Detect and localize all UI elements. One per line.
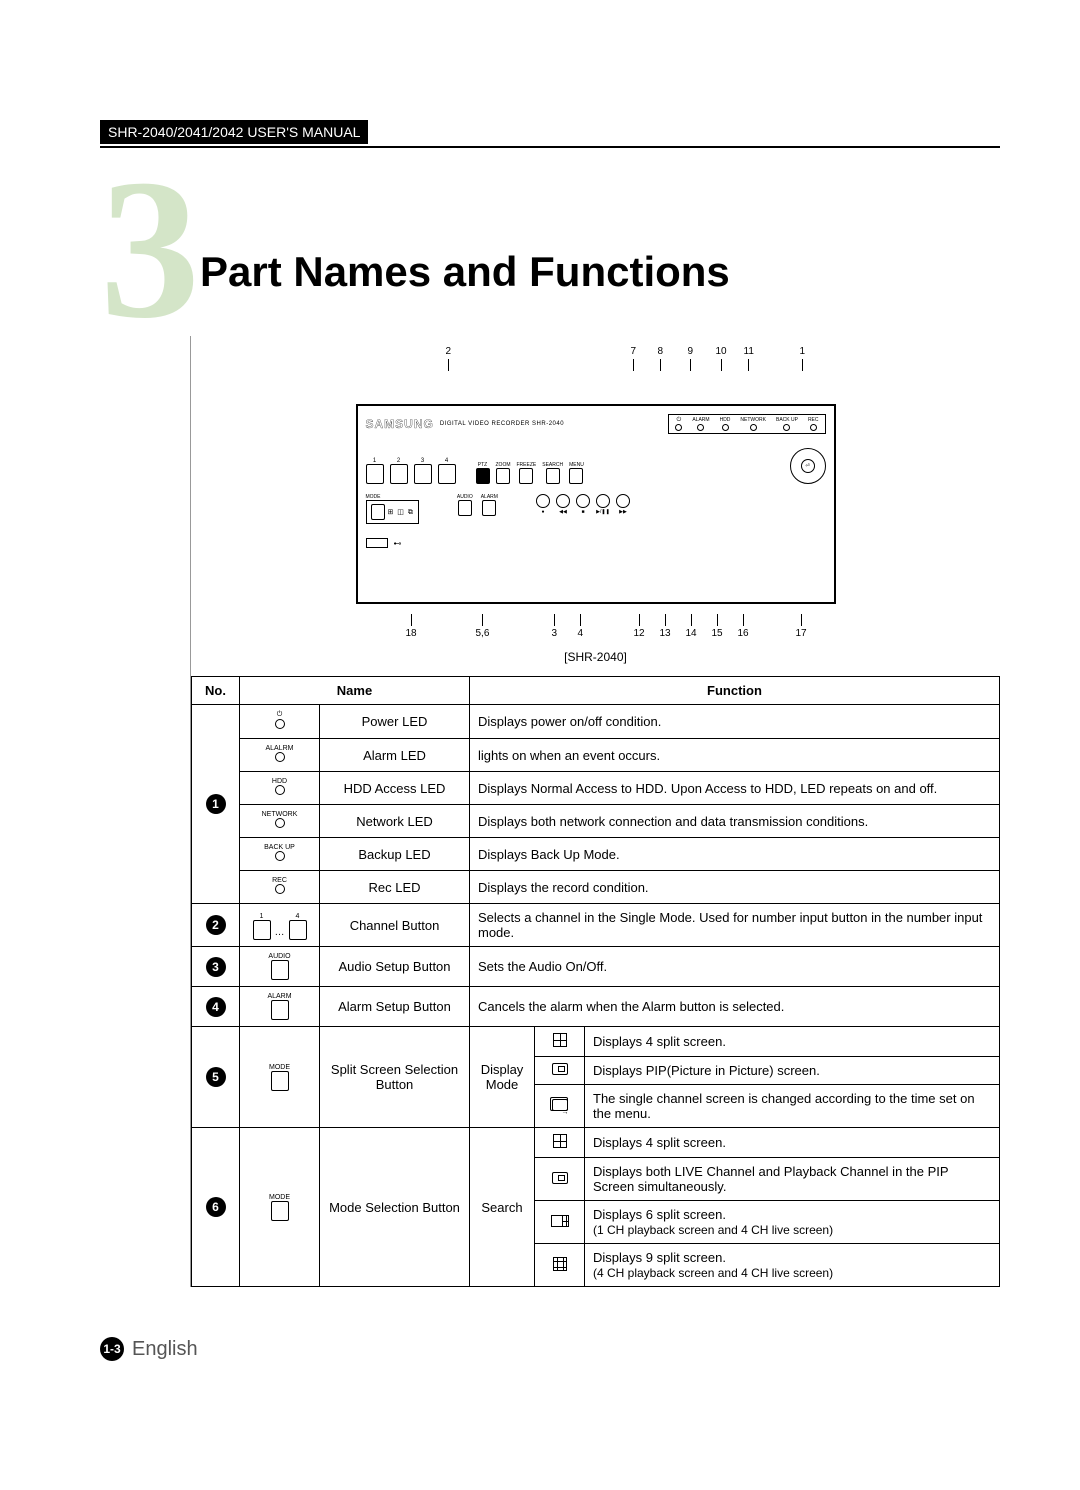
brand-subtitle: DIGITAL VIDEO RECORDER SHR-2040 [440, 421, 564, 427]
model-label: [SHR-2040] [346, 650, 846, 664]
mode-box: ⊞ ◫ ⧉ [366, 500, 419, 524]
device-front-panel: SAMSUNG DIGITAL VIDEO RECORDER SHR-2040 … [356, 404, 836, 604]
th-func: Function [470, 677, 1000, 705]
th-no: No. [192, 677, 240, 705]
header-rule [100, 146, 1000, 148]
parts-table: No. Name Function 1⏻Power LEDDisplays po… [191, 676, 1000, 1287]
joystick: ⏎ [790, 448, 826, 484]
usb-icon: ⊷ [394, 539, 402, 548]
content-area: 278910111 SAMSUNG DIGITAL VIDEO RECORDER… [190, 336, 1000, 1287]
function-buttons: PTZZOOMFREEZESEARCHMENU [476, 462, 584, 484]
device-diagram: 278910111 SAMSUNG DIGITAL VIDEO RECORDER… [346, 346, 846, 664]
footer-language: English [132, 1338, 198, 1361]
brand-logo: SAMSUNG [366, 417, 434, 431]
page-footer: 1-3 English [100, 1337, 1000, 1361]
usb-port [366, 538, 388, 548]
transport-buttons: ●◀◀■▶/❚❚▶▶ [536, 494, 630, 515]
th-name: Name [240, 677, 470, 705]
page-number-badge: 1-3 [100, 1337, 124, 1361]
chapter-number: 3 [100, 170, 200, 330]
chapter-title: Part Names and Functions [200, 248, 1000, 296]
led-strip: ⏻ALARMHDDNETWORKBACK UPREC [668, 414, 825, 434]
channel-buttons: 1234 [366, 458, 456, 484]
